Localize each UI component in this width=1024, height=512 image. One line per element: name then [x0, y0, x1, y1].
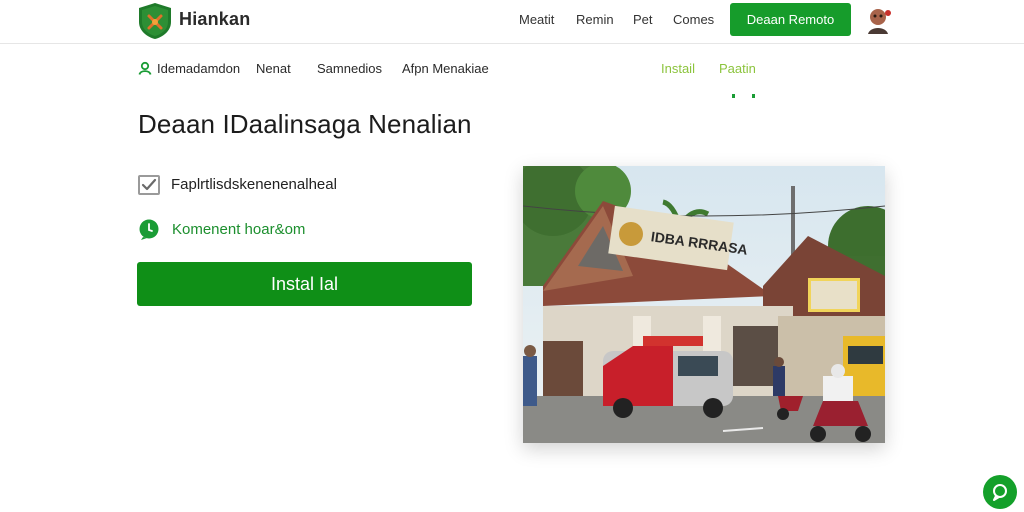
support-chat-button[interactable] — [983, 475, 1017, 509]
checkbox-label: Faplrtlisdskenenenalheal — [171, 176, 337, 193]
nav-link-3[interactable]: Pet — [633, 12, 653, 27]
chat-bubble-icon — [139, 219, 159, 240]
subnav-item-2[interactable]: Nenat — [256, 61, 291, 76]
secondary-navigation — [0, 48, 1024, 98]
page-title: Deaan IDaalinsaga Nenalian — [138, 109, 472, 139]
brand-name[interactable]: Hiankan — [179, 9, 250, 30]
checkmark-icon — [141, 178, 157, 191]
support-chat-icon — [993, 484, 1007, 501]
hero-photo: IDBA RRRASA — [523, 166, 885, 443]
nav-link-2[interactable]: Remin — [576, 12, 614, 27]
user-icon — [138, 61, 152, 75]
tab-indicator-mark — [752, 94, 755, 98]
street-scene-image: IDBA RRRASA — [523, 166, 885, 443]
subnav-paatin-link[interactable]: Paatin — [719, 61, 756, 76]
subnav-item-4[interactable]: Afpn Menakiae — [402, 61, 489, 76]
feature-checkbox[interactable] — [138, 175, 160, 195]
nav-link-4[interactable]: Comes — [673, 12, 714, 27]
top-navigation-bar: Hiankan Meatit Remin Pet Comes Deaan Rem… — [0, 0, 1024, 44]
shield-logo-icon[interactable] — [138, 2, 172, 40]
tab-indicator-mark — [732, 94, 735, 98]
install-button[interactable]: Instal Ial — [137, 262, 472, 306]
contact-link[interactable]: Komenent hoar&om — [172, 221, 305, 238]
user-avatar-icon[interactable] — [862, 4, 894, 36]
header-cta-button[interactable]: Deaan Remoto — [730, 3, 851, 36]
subnav-item-3[interactable]: Samnedios — [317, 61, 382, 76]
nav-link-1[interactable]: Meatit — [519, 12, 554, 27]
subnav-install-link[interactable]: Instail — [661, 61, 695, 76]
subnav-item-1[interactable]: Idemadamdon — [157, 61, 240, 76]
